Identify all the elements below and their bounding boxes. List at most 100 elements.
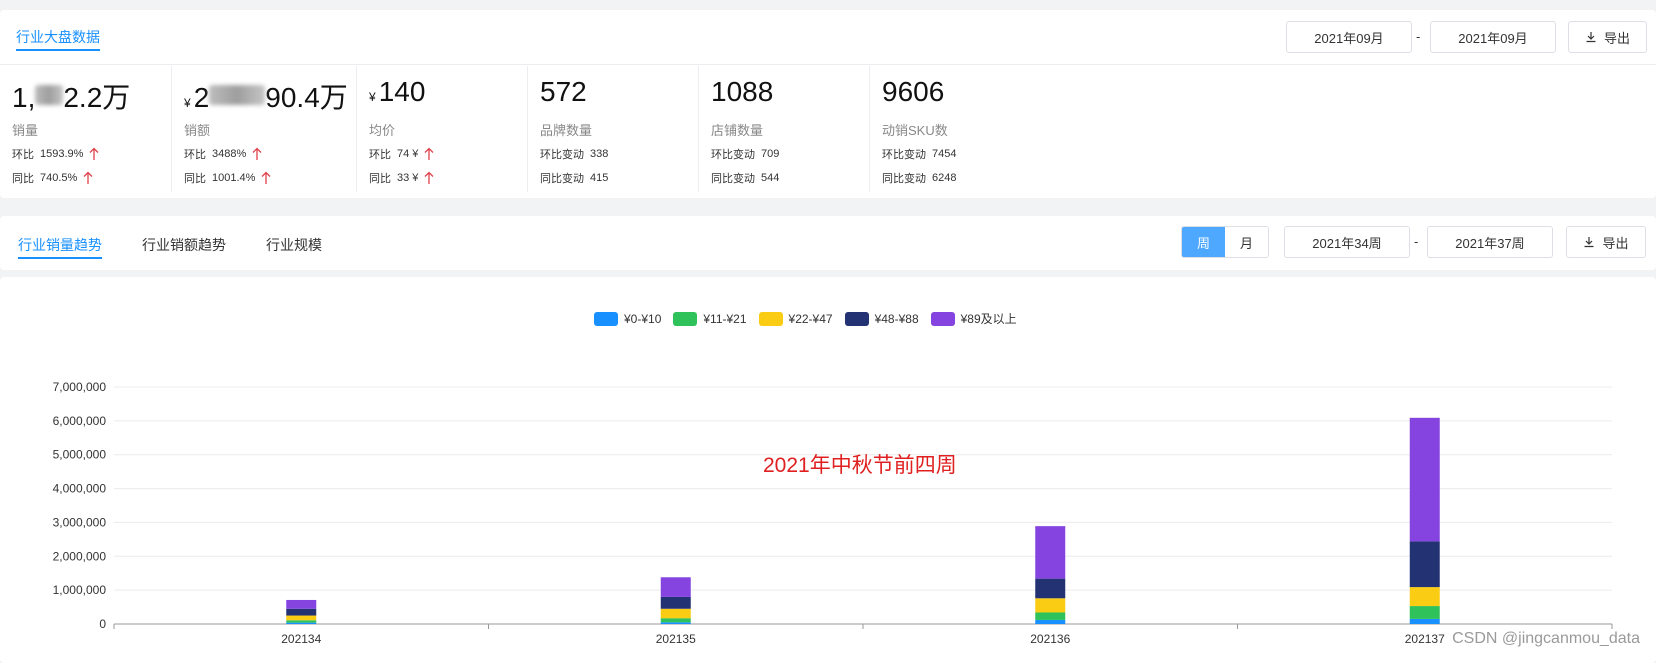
x-tick-label: 202134	[281, 632, 321, 646]
up-arrow-icon	[424, 171, 434, 184]
legend-item[interactable]: ¥22-¥47	[758, 310, 833, 327]
up-arrow-icon	[261, 171, 271, 184]
metric-yoy-row: 同比 1001.4%	[184, 170, 271, 186]
metric-yoy-row: 同比变动 415	[540, 170, 608, 186]
watermark: CSDN @jingcanmou_data	[1452, 630, 1640, 647]
week-start-picker[interactable]: 2021年34周	[1284, 226, 1410, 258]
month-start-picker[interactable]: 2021年09月	[1286, 21, 1412, 53]
metric-value-part: 140	[378, 76, 426, 107]
bar-segment[interactable]	[286, 599, 317, 609]
bar-segment[interactable]	[660, 596, 691, 609]
bar-segment[interactable]	[1409, 618, 1440, 624]
bar-segment[interactable]	[1409, 417, 1440, 542]
metric-label: 动销SKU数	[882, 123, 948, 138]
bar-segment[interactable]	[1409, 541, 1440, 588]
legend-item[interactable]: ¥48-¥88	[844, 310, 919, 327]
metric-yoy-row: 同比 33 ¥	[369, 170, 434, 186]
metric-label: 品牌数量	[540, 123, 593, 138]
metric-mom-row: 环比 74 ¥	[369, 146, 434, 162]
tab-sales-amount-trend[interactable]: 行业销额趋势	[142, 235, 226, 255]
metric-compare-value: 740.5%	[40, 172, 78, 184]
overview-title-tab[interactable]: 行业大盘数据	[16, 27, 100, 51]
metric-compare-value: 1593.9%	[40, 148, 84, 160]
bar-segment[interactable]	[286, 615, 317, 621]
legend-swatch	[930, 311, 955, 326]
download-icon	[1586, 32, 1596, 43]
bar-segment[interactable]	[1035, 598, 1066, 613]
bar-segment[interactable]	[1035, 612, 1066, 620]
y-tick-label: 3,000,000	[53, 515, 107, 529]
metric-value-part: 2	[193, 82, 210, 113]
metric-compare-label: 环比	[184, 149, 206, 161]
metric-mom-row: 环比变动 7454	[882, 146, 956, 162]
metric-value-part: 572	[540, 76, 587, 107]
date-range-separator: -	[1416, 29, 1421, 44]
metric-compare-value: 338	[590, 148, 609, 160]
legend-label: ¥48-¥88	[874, 311, 919, 326]
metric-card: ¥2 90.4万销额环比 3488% 同比 1001.4%	[172, 66, 357, 192]
export-button-overview[interactable]: 导出	[1568, 21, 1647, 53]
y-tick-label: 7,000,000	[53, 380, 107, 394]
metric-mom-row: 环比 1593.9%	[12, 146, 99, 162]
metric-compare-label: 环比变动	[711, 149, 755, 161]
bar-segment[interactable]	[660, 622, 691, 624]
period-week-button[interactable]: 周	[1182, 227, 1225, 257]
metric-compare-label: 同比	[184, 173, 206, 185]
bar-segment[interactable]	[660, 618, 691, 623]
bar-segment[interactable]	[1035, 619, 1066, 624]
y-tick-label: 2,000,000	[53, 549, 107, 563]
legend-label: ¥89及以上	[960, 312, 1017, 326]
metric-compare-value: 33 ¥	[397, 172, 419, 184]
export-label: 导出	[1602, 235, 1629, 251]
up-arrow-icon	[252, 147, 262, 160]
metric-compare-value: 709	[761, 148, 780, 160]
bar-segment[interactable]	[1409, 606, 1440, 619]
metric-compare-value: 74 ¥	[397, 148, 419, 160]
metric-value: 572	[540, 76, 587, 108]
bar-segment[interactable]	[660, 608, 691, 619]
tab-sales-volume-trend[interactable]: 行业销量趋势	[18, 235, 102, 259]
bar-segment[interactable]	[286, 620, 317, 623]
metric-card: 1088 店铺数量 环比变动 709 同比变动 544	[699, 66, 870, 192]
legend-swatch	[758, 311, 783, 326]
metric-yoy-row: 同比变动 6248	[882, 170, 956, 186]
bar-segment[interactable]	[1409, 587, 1440, 607]
bar-segment[interactable]	[1035, 578, 1066, 599]
metric-value: 9606	[882, 76, 944, 108]
legend-item[interactable]: ¥11-¥21	[673, 310, 747, 327]
metric-value-part: 90.4万	[265, 82, 348, 113]
metric-compare-label: 环比	[12, 149, 34, 161]
bar-segment[interactable]	[1035, 526, 1066, 579]
metric-label: 销额	[184, 123, 211, 138]
metric-value: ¥2 90.4万	[184, 76, 348, 116]
legend-label: ¥11-¥21	[703, 311, 747, 326]
currency-symbol: ¥	[369, 90, 376, 104]
bar-segment[interactable]	[660, 577, 691, 597]
period-toggle: 周 月	[1181, 226, 1269, 258]
y-tick-label: 0	[99, 617, 106, 631]
export-button-trend[interactable]: 导出	[1566, 226, 1646, 258]
metric-value-part: 9606	[882, 76, 945, 107]
metric-label: 店铺数量	[711, 123, 764, 138]
chart-legend: ¥0-¥10 ¥11-¥21 ¥22-¥47 ¥48-¥88 ¥89及以上	[594, 310, 1017, 327]
metric-mom-row: 环比变动 338	[540, 146, 608, 162]
legend-item[interactable]: ¥0-¥10	[594, 310, 661, 327]
period-month-button[interactable]: 月	[1225, 227, 1268, 257]
header-divider	[0, 64, 1656, 65]
bar-segment[interactable]	[286, 608, 317, 616]
metric-label: 销量	[12, 123, 39, 138]
month-end-picker[interactable]: 2021年09月	[1430, 21, 1556, 53]
metric-value-part: 1,	[12, 82, 36, 113]
week-end-picker[interactable]: 2021年37周	[1427, 226, 1553, 258]
legend-item[interactable]: ¥89及以上	[930, 310, 1017, 327]
metric-card: ¥140 均价 环比 74 ¥ 同比 33 ¥	[357, 66, 528, 192]
tab-industry-scale[interactable]: 行业规模	[266, 235, 322, 255]
currency-symbol: ¥	[184, 96, 191, 110]
metric-compare-value: 3488%	[212, 148, 247, 160]
metric-compare-value: 6248	[932, 172, 957, 184]
metric-compare-label: 同比变动	[540, 173, 584, 185]
metric-compare-value: 415	[590, 172, 609, 184]
metric-mom-row: 环比 3488%	[184, 146, 262, 162]
metric-compare-label: 环比变动	[882, 149, 926, 161]
bar-segment[interactable]	[286, 622, 317, 624]
